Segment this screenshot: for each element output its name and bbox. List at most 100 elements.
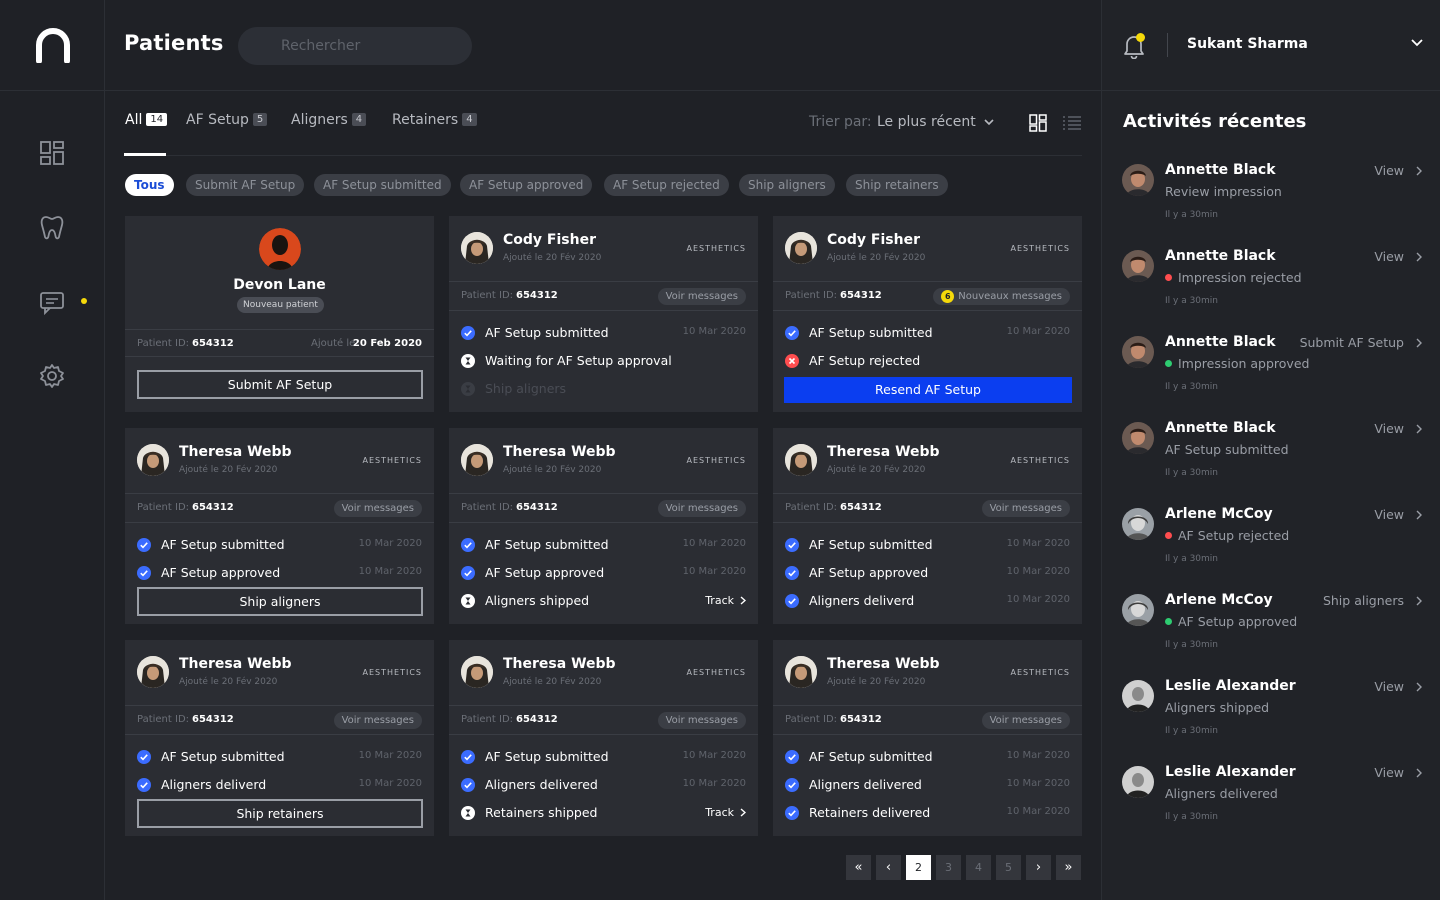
messages-button[interactable]: Voir messages (981, 712, 1070, 729)
resend-af-setup-button[interactable]: Resend AF Setup (784, 377, 1072, 403)
messages-button[interactable]: Voir messages (657, 712, 746, 729)
messages-button[interactable]: Voir messages (657, 500, 746, 517)
added-date: Ajouté le 20 Fév 2020 (179, 465, 278, 475)
messages-button[interactable]: Voir messages (981, 500, 1070, 517)
search-input[interactable] (238, 27, 472, 65)
sort-dropdown[interactable]: Le plus récent (877, 114, 976, 130)
dashboard-icon[interactable] (38, 139, 66, 167)
activity-action-link[interactable]: Ship aligners (1323, 593, 1404, 608)
new-patient-card[interactable]: Devon Lane Nouveau patient Patient ID: 6… (125, 216, 434, 412)
patient-id-row: Patient ID: 654312 6 Nouveaux messages (773, 282, 1082, 311)
filter-chip-af-setup-submitted[interactable]: AF Setup submitted (314, 174, 451, 196)
activity-status: AF Setup approved (1165, 614, 1297, 629)
activity-status-label: AF Setup submitted (1165, 442, 1289, 457)
messages-icon[interactable] (38, 288, 66, 316)
chevron-right-icon[interactable] (1416, 424, 1422, 434)
status-label: AF Setup rejected (809, 353, 921, 368)
header-divider (1167, 33, 1168, 57)
filter-chip-tous[interactable]: Tous (125, 174, 174, 196)
chevron-right-icon[interactable] (1416, 510, 1422, 520)
patient-card[interactable]: Theresa Webb Ajouté le 20 Fév 2020 AESTHET… (773, 428, 1082, 624)
last-page-button[interactable]: » (1056, 855, 1081, 880)
status-label: Aligners deliverd (809, 593, 915, 608)
hourglass-icon (461, 806, 475, 820)
first-page-button[interactable]: « (846, 855, 871, 880)
patient-id-value: 654312 (840, 290, 882, 301)
messages-button[interactable]: Voir messages (657, 288, 746, 305)
page-button[interactable]: 5 (996, 855, 1021, 880)
page-button[interactable]: 4 (966, 855, 991, 880)
messages-button[interactable]: 6 Nouveaux messages (933, 288, 1070, 305)
patient-card[interactable]: Theresa Webb Ajouté le 20 Fév 2020 AESTHET… (773, 640, 1082, 836)
patient-id-label: Patient ID: (785, 290, 838, 301)
chevron-right-icon[interactable] (740, 808, 746, 817)
card-action-button[interactable]: Ship aligners (137, 587, 423, 616)
track-link[interactable]: Track (705, 594, 734, 607)
logo-icon (36, 28, 70, 63)
messages-button[interactable]: Voir messages (333, 712, 422, 729)
activity-patient-name: Annette Black (1165, 248, 1276, 264)
activity-action-link[interactable]: View (1374, 507, 1404, 522)
chevron-right-icon[interactable] (1416, 682, 1422, 692)
user-name[interactable]: Sukant Sharma (1187, 36, 1308, 52)
chevron-down-icon[interactable] (984, 118, 994, 126)
patient-card[interactable]: Cody Fisher Ajouté le 20 Fév 2020 AESTHETI… (449, 216, 758, 412)
prev-page-button[interactable]: ‹ (876, 855, 901, 880)
list-view-icon[interactable] (1062, 115, 1082, 131)
activity-action-link[interactable]: View (1374, 163, 1404, 178)
chevron-right-icon[interactable] (1416, 596, 1422, 606)
filter-chip-ship-aligners[interactable]: Ship aligners (739, 174, 835, 196)
grid-view-icon[interactable] (1029, 114, 1047, 132)
page-button[interactable]: 2 (906, 855, 931, 880)
page-button[interactable]: 3 (936, 855, 961, 880)
chevron-right-icon[interactable] (1416, 338, 1422, 348)
app-logo[interactable] (0, 0, 105, 91)
patient-name: Theresa Webb (827, 444, 940, 460)
filter-chip-submit-af-setup[interactable]: Submit AF Setup (186, 174, 305, 196)
avatar (1122, 508, 1154, 540)
card-action-button[interactable]: Ship retainers (137, 799, 423, 828)
patient-card[interactable]: Theresa Webb Ajouté le 20 Fév 2020 AESTHET… (449, 640, 758, 836)
check-circle-icon (461, 750, 475, 764)
card-header: Theresa Webb Ajouté le 20 Fév 2020 AESTHET… (773, 428, 1082, 494)
activity-action-link[interactable]: View (1374, 421, 1404, 436)
tab-af-setup[interactable]: AF Setup 5 (186, 112, 268, 128)
tab-all[interactable]: All 14 (125, 112, 168, 128)
patient-card[interactable]: Cody Fisher Ajouté le 20 Fév 2020 AESTHETI… (773, 216, 1082, 412)
status-label: Waiting for AF Setup approval (485, 353, 672, 368)
added-date: Ajouté le 20 Fév 2020 (503, 677, 602, 687)
messages-button[interactable]: Voir messages (333, 500, 422, 517)
activity-action-link[interactable]: Submit AF Setup (1300, 335, 1404, 350)
treatment-tag: AESTHETICS (686, 668, 746, 677)
tooth-icon[interactable] (38, 213, 66, 241)
next-page-button[interactable]: › (1026, 855, 1051, 880)
tab-retainers[interactable]: Retainers 4 (392, 112, 477, 128)
chevron-down-icon[interactable] (1410, 38, 1424, 48)
filter-chip-af-setup-approved[interactable]: AF Setup approved (460, 174, 593, 196)
chevron-right-icon[interactable] (1416, 768, 1422, 778)
patient-card[interactable]: Theresa Webb Ajouté le 20 Fév 2020 AESTHET… (449, 428, 758, 624)
filter-chip-af-setup-rejected[interactable]: AF Setup rejected (604, 174, 729, 196)
settings-gear-icon[interactable] (38, 362, 66, 390)
status-row: Aligners delivered 10 Mar 2020 (461, 777, 746, 793)
chevron-right-icon[interactable] (1416, 252, 1422, 262)
avatar (1122, 336, 1154, 368)
tab-aligners[interactable]: Aligners 4 (291, 112, 367, 128)
filter-chip-ship-retainers[interactable]: Ship retainers (846, 174, 948, 196)
activity-action-link[interactable]: View (1374, 249, 1404, 264)
chevron-right-icon[interactable] (740, 596, 746, 605)
activity-item: Annette Black Impression rejected Il y a 3… (1122, 248, 1422, 328)
status-label: AF Setup submitted (485, 325, 609, 340)
patient-card[interactable]: Theresa Webb Ajouté le 20 Fév 2020 AESTHET… (125, 428, 434, 624)
patient-card[interactable]: Theresa Webb Ajouté le 20 Fév 2020 AESTHET… (125, 640, 434, 836)
submit-af-setup-button[interactable]: Submit AF Setup (137, 370, 423, 399)
chevron-right-icon[interactable] (1416, 166, 1422, 176)
card-header: Theresa Webb Ajouté le 20 Fév 2020 AESTHET… (773, 640, 1082, 706)
status-label: AF Setup approved (161, 565, 281, 580)
card-header: Theresa Webb Ajouté le 20 Fév 2020 AESTHET… (125, 640, 434, 706)
activity-status: Impression rejected (1165, 270, 1302, 285)
activity-action-link[interactable]: View (1374, 765, 1404, 780)
track-link[interactable]: Track (705, 806, 734, 819)
avatar (1122, 594, 1154, 626)
activity-action-link[interactable]: View (1374, 679, 1404, 694)
